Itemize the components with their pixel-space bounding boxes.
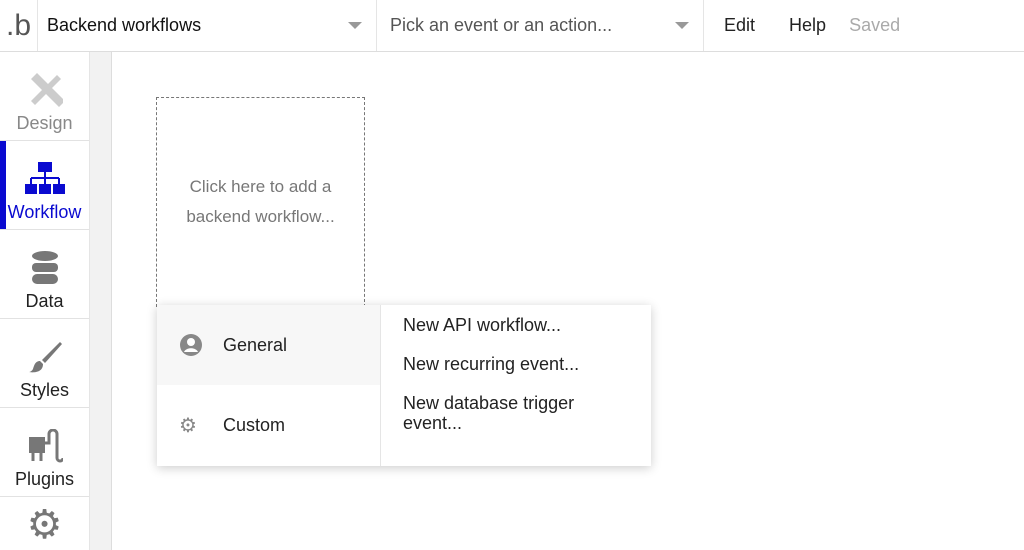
sidebar-item-settings[interactable]: ⚙	[0, 497, 89, 545]
workflow-icon	[24, 162, 65, 194]
event-select[interactable]: Pick an event or an action...	[377, 0, 704, 51]
top-bar: .b Backend workflows Pick an event or an…	[0, 0, 1024, 52]
chevron-down-icon	[348, 22, 362, 29]
new-database-trigger-option[interactable]: New database trigger event...	[403, 393, 603, 433]
user-icon	[180, 334, 202, 356]
sidebar-item-label: Workflow	[7, 202, 82, 222]
sidebar: Design Workflow Data Styles Plugins ⚙	[0, 52, 90, 550]
save-status: Saved	[849, 15, 901, 35]
sidebar-item-design[interactable]: Design	[0, 52, 89, 141]
category-general[interactable]: General	[157, 305, 380, 385]
gear-icon: ⚙	[26, 503, 63, 547]
category-label: General	[223, 334, 288, 355]
add-backend-workflow-placeholder[interactable]: Click here to add a backend workflow...	[156, 97, 365, 307]
chevron-down-icon	[675, 22, 689, 29]
sidebar-item-data[interactable]: Data	[0, 230, 89, 319]
bubble-logo[interactable]: .b	[0, 0, 38, 51]
design-icon	[30, 73, 63, 107]
category-custom[interactable]: ⚙ Custom	[157, 385, 380, 465]
sidebar-item-label: Design	[16, 113, 73, 133]
sidebar-item-label: Data	[25, 291, 64, 311]
category-label: Custom	[223, 414, 286, 435]
plug-icon	[28, 429, 63, 463]
event-type-popup: General ⚙ Custom New API workflow... New…	[157, 305, 651, 466]
sidebar-item-workflow[interactable]: Workflow	[0, 141, 89, 230]
sidebar-gutter	[90, 52, 112, 550]
page-select[interactable]: Backend workflows	[38, 0, 377, 51]
gears-icon: ⚙	[179, 414, 197, 437]
new-recurring-event-option[interactable]: New recurring event...	[403, 354, 603, 374]
placeholder-text: Click here to add a backend workflow...	[186, 177, 335, 226]
event-select-placeholder: Pick an event or an action...	[390, 15, 613, 35]
page-select-value: Backend workflows	[47, 15, 202, 35]
brush-icon	[28, 342, 62, 373]
help-menu[interactable]: Help	[789, 15, 826, 36]
database-icon	[31, 251, 58, 284]
sidebar-item-styles[interactable]: Styles	[0, 319, 89, 408]
edit-menu[interactable]: Edit	[724, 15, 755, 36]
new-api-workflow-option[interactable]: New API workflow...	[403, 315, 603, 335]
sidebar-item-label: Plugins	[14, 469, 75, 489]
sidebar-item-label: Styles	[19, 380, 70, 400]
sidebar-item-plugins[interactable]: Plugins	[0, 408, 89, 497]
